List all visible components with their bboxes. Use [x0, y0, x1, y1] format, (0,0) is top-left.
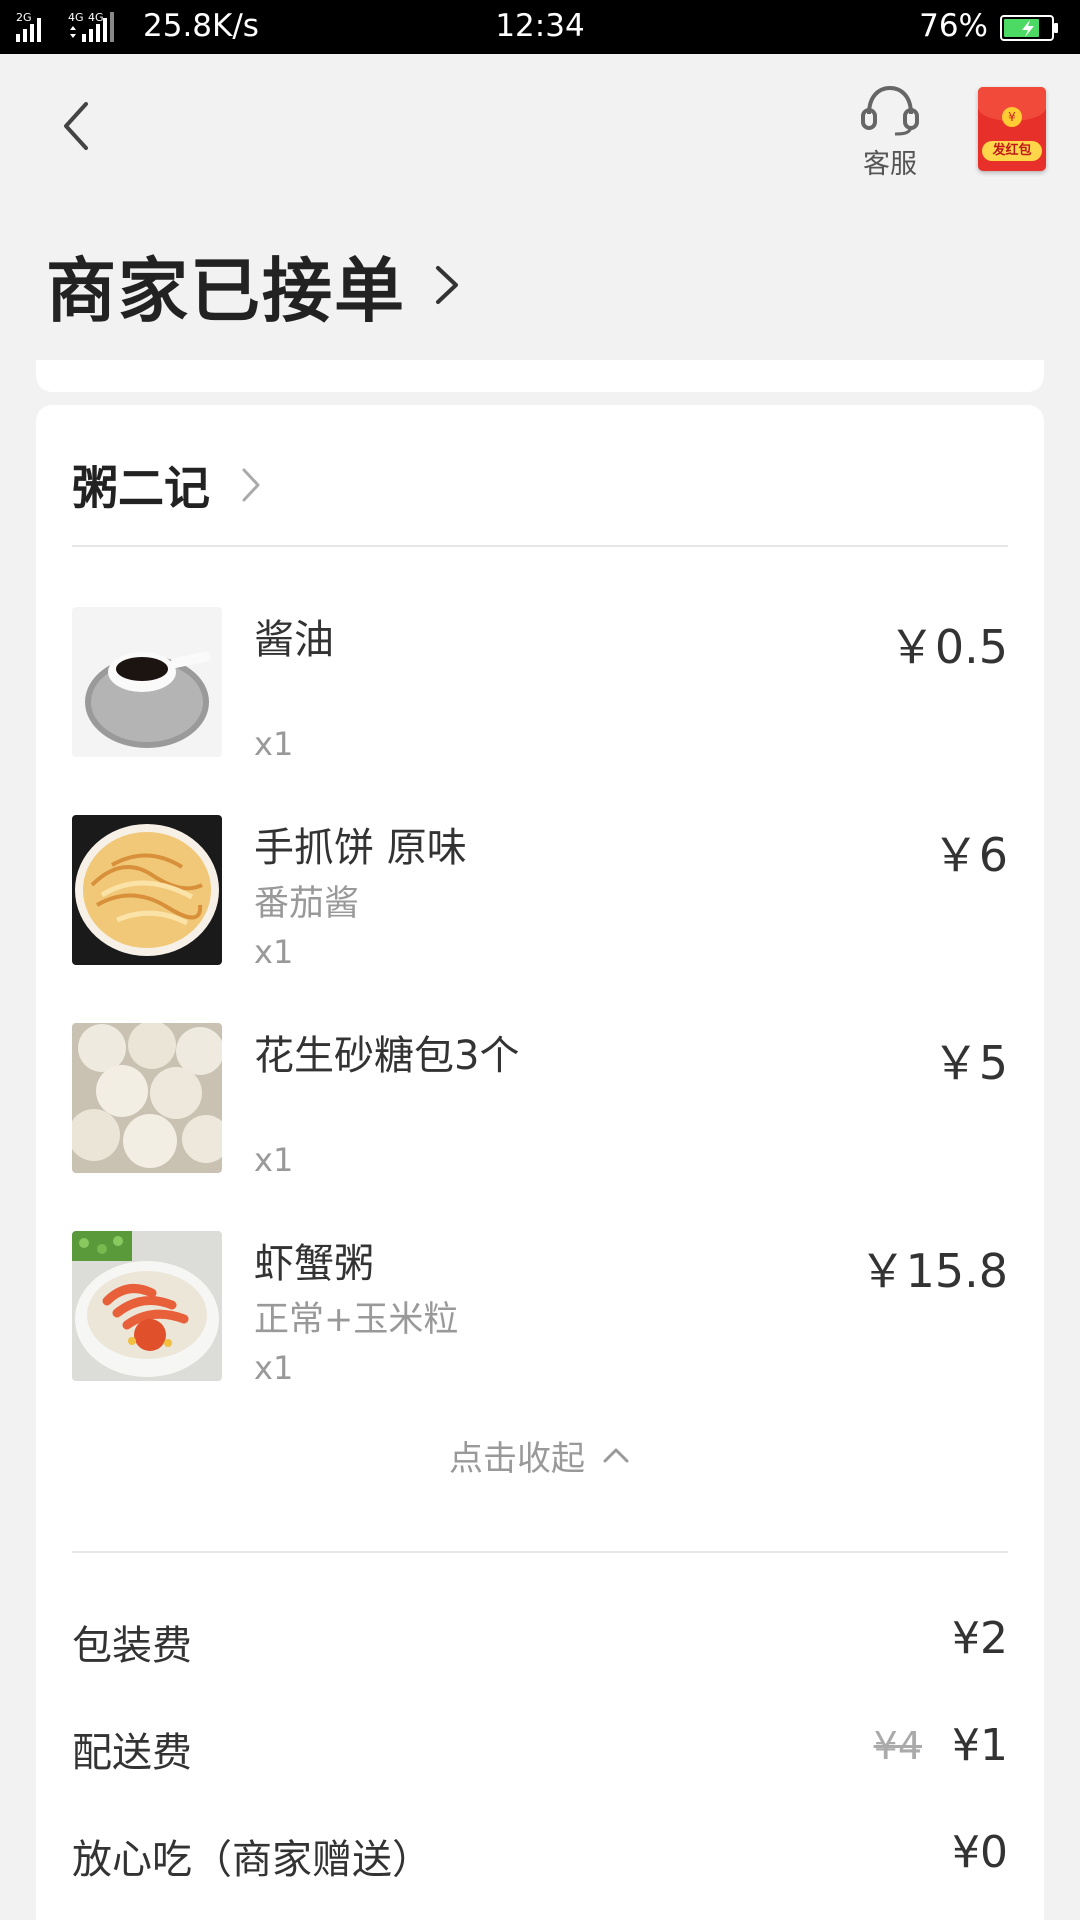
- fee-value: ¥2: [952, 1613, 1008, 1664]
- order-item: 花生砂糖包3个 x1 ￥5: [72, 1023, 1008, 1179]
- order-item: 虾蟹粥 正常+玉米粒 x1 ￥15.8: [72, 1231, 1008, 1387]
- food-safety-fee-row: 放心吃（商家赠送） ¥0: [72, 1827, 1008, 1887]
- customer-service-button[interactable]: 客服: [850, 82, 930, 182]
- chevron-right-icon: [436, 266, 458, 304]
- item-price: ￥0.5: [888, 620, 1008, 674]
- red-packet-button[interactable]: ¥ 发红包: [978, 87, 1046, 171]
- item-name: 花生砂糖包3个: [254, 1033, 520, 1079]
- fee-value: ¥0: [952, 1827, 1008, 1878]
- shop-name: 粥二记: [72, 461, 210, 515]
- scallion-pancake-image: [72, 815, 222, 965]
- order-item: 酱油 x1 ￥0.5: [72, 607, 1008, 763]
- fee-label: 放心吃（商家赠送）: [72, 1837, 432, 1883]
- collapse-label: 点击收起: [449, 1438, 585, 1479]
- chevron-right-icon: [242, 468, 260, 502]
- chevron-up-icon: [603, 1448, 629, 1463]
- battery-percent: 76%: [919, 8, 988, 44]
- fee-value: ¥1: [952, 1720, 1008, 1771]
- order-status-title: 商家已接单: [46, 249, 406, 332]
- item-spec: 番茄酱: [254, 884, 360, 924]
- fee-original-price: ¥4: [873, 1724, 922, 1768]
- item-spec: 正常+玉米粒: [254, 1300, 459, 1340]
- previous-card-bottom: [36, 360, 1044, 392]
- order-detail-card: 粥二记 酱油 x1 ￥0.5 手抓饼 原味 番茄酱 x1 ￥6 花生砂糖包3个 …: [36, 405, 1044, 1920]
- soy-sauce-image: [72, 607, 222, 757]
- item-name: 酱油: [254, 617, 334, 663]
- item-quantity: x1: [254, 725, 294, 763]
- item-price: ￥15.8: [859, 1244, 1008, 1298]
- clock: 12:34: [495, 8, 585, 44]
- sugar-buns-image: [72, 1023, 222, 1173]
- collapse-button[interactable]: 点击收起: [36, 1430, 1044, 1480]
- coin-icon: ¥: [1002, 107, 1022, 127]
- headset-icon: [861, 85, 919, 136]
- red-packet-label: 发红包: [982, 141, 1042, 161]
- delivery-fee-row: 配送费 ¥4 ¥1: [72, 1720, 1008, 1780]
- item-quantity: x1: [254, 1141, 294, 1179]
- battery-icon: [1000, 15, 1058, 41]
- shop-link[interactable]: 粥二记: [72, 450, 262, 520]
- order-item: 手抓饼 原味 番茄酱 x1 ￥6: [72, 815, 1008, 971]
- fee-label: 包装费: [72, 1623, 192, 1669]
- packaging-fee-row: 包装费 ¥2: [72, 1613, 1008, 1673]
- customer-service-label: 客服: [863, 149, 917, 180]
- item-quantity: x1: [254, 1349, 294, 1387]
- shrimp-crab-congee-image: [72, 1231, 222, 1381]
- back-arrow-icon[interactable]: [52, 96, 102, 156]
- item-price: ￥6: [932, 828, 1008, 882]
- item-quantity: x1: [254, 933, 294, 971]
- divider: [72, 545, 1008, 547]
- fee-label: 配送费: [72, 1730, 192, 1776]
- divider: [72, 1551, 1008, 1553]
- order-status-link[interactable]: 商家已接单: [46, 240, 462, 332]
- item-name: 手抓饼 原味: [254, 825, 467, 871]
- item-price: ￥5: [932, 1036, 1008, 1090]
- item-name: 虾蟹粥: [254, 1241, 374, 1287]
- status-bar: 2G 4G 4G 25.8K/s 12:34 76%: [0, 0, 1080, 54]
